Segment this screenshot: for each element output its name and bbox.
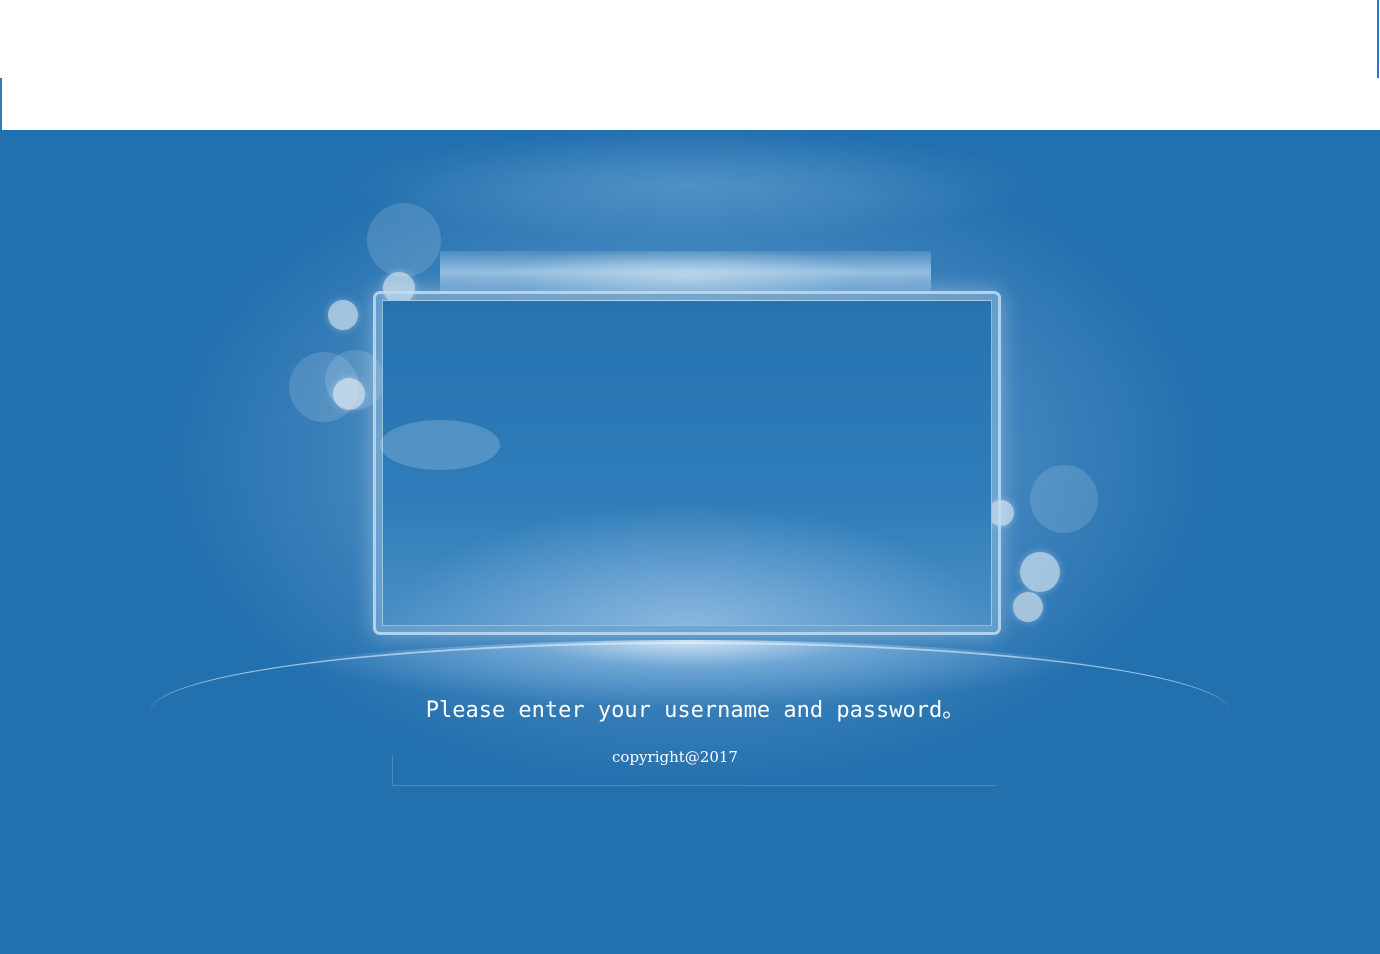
login-message-container: Please enter your username and password。	[0, 692, 1380, 724]
login-message: Please enter your username and password。	[425, 698, 965, 723]
bokeh-circle	[367, 203, 441, 277]
top-border-line-right	[1377, 0, 1379, 78]
login-background: Please enter your username and password。…	[0, 130, 1380, 954]
copyright-text: copyright@2017	[612, 748, 738, 766]
panel-header-strip	[440, 251, 931, 293]
bokeh-circle	[1013, 592, 1043, 622]
panel-light-reflection	[380, 420, 500, 470]
login-page: Please enter your username and password。…	[0, 0, 1380, 954]
background-glow	[340, 130, 1040, 240]
bokeh-circle	[333, 378, 365, 410]
bokeh-circle	[1020, 552, 1060, 592]
bokeh-circle	[328, 300, 358, 330]
bokeh-circle	[1030, 465, 1098, 533]
top-border-line-left	[0, 78, 2, 130]
